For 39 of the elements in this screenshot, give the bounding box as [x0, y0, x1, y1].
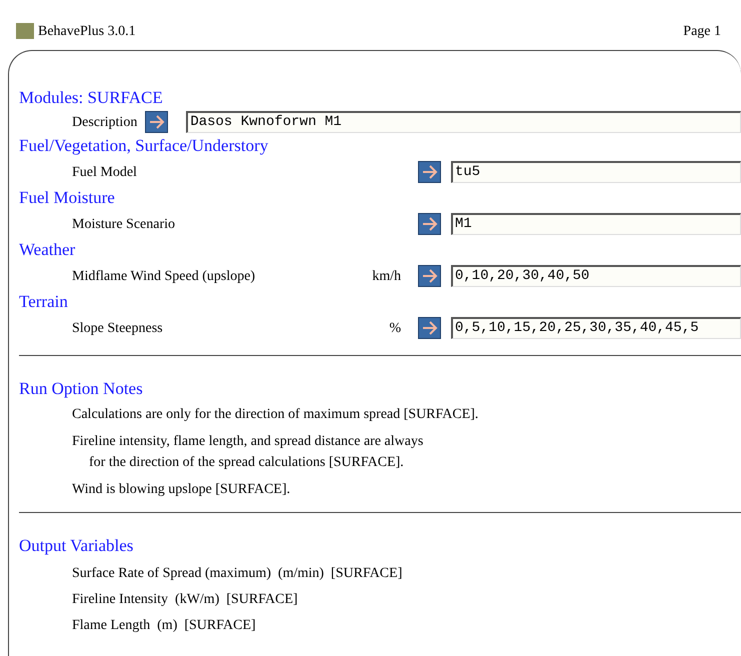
section-heading: Fuel/Vegetation, Surface/Understory	[19, 135, 270, 157]
page-number: Page 1	[683, 22, 721, 40]
field-label: Slope Steepness	[72, 320, 164, 338]
section-heading: Modules: SURFACE	[19, 87, 164, 109]
section-heading: Run Option Notes	[19, 378, 144, 400]
field-label: Moisture Scenario	[72, 216, 176, 234]
note-text: Fireline intensity, flame length, and spread distance are always	[72, 433, 424, 451]
arrow-right-icon	[422, 165, 438, 179]
section-heading: Fuel Moisture	[19, 187, 116, 209]
section-heading: Terrain	[19, 291, 69, 313]
section-heading: Output Variables	[19, 535, 134, 557]
arrow-button[interactable]	[418, 213, 441, 235]
input-field[interactable]: 0,10,20,30,40,50	[451, 265, 741, 287]
note-text: Wind is blowing upslope [SURFACE].	[72, 481, 292, 499]
arrow-button[interactable]	[418, 265, 441, 287]
arrow-right-icon	[422, 217, 438, 231]
field-label: Fuel Model	[72, 164, 138, 182]
units-label: km/h	[372, 268, 401, 286]
arrow-button[interactable]	[418, 317, 441, 339]
input-field[interactable]: Dasos Kwnoforwn M1	[186, 111, 741, 133]
note-text: for the direction of the spread calculations [SURFACE].	[88, 454, 405, 472]
section-heading: Weather	[19, 239, 76, 261]
arrow-right-icon	[422, 321, 438, 335]
arrow-right-icon	[422, 269, 438, 283]
input-field[interactable]: tu5	[451, 161, 741, 183]
app-title: BehavePlus 3.0.1	[38, 22, 136, 40]
output-variable: Flame Length (m) [SURFACE]	[72, 617, 257, 635]
input-field[interactable]: 0,5,10,15,20,25,30,35,40,45,5	[451, 317, 741, 339]
units-label: %	[389, 320, 401, 338]
output-variable: Fireline Intensity (kW/m) [SURFACE]	[72, 591, 299, 609]
arrow-button[interactable]	[418, 161, 441, 183]
arrow-right-icon	[148, 115, 165, 129]
arrow-button[interactable]	[145, 111, 168, 133]
logo-image	[16, 23, 34, 39]
note-text: Calculations are only for the direction of maximum spread [SURFACE].	[72, 406, 480, 424]
field-label: Description	[72, 114, 138, 132]
output-variable: Surface Rate of Spread (maximum) (m/min) [SURFACE]	[72, 565, 404, 583]
input-field[interactable]: M1	[451, 213, 741, 235]
field-label: Midflame Wind Speed (upslope)	[72, 268, 256, 286]
